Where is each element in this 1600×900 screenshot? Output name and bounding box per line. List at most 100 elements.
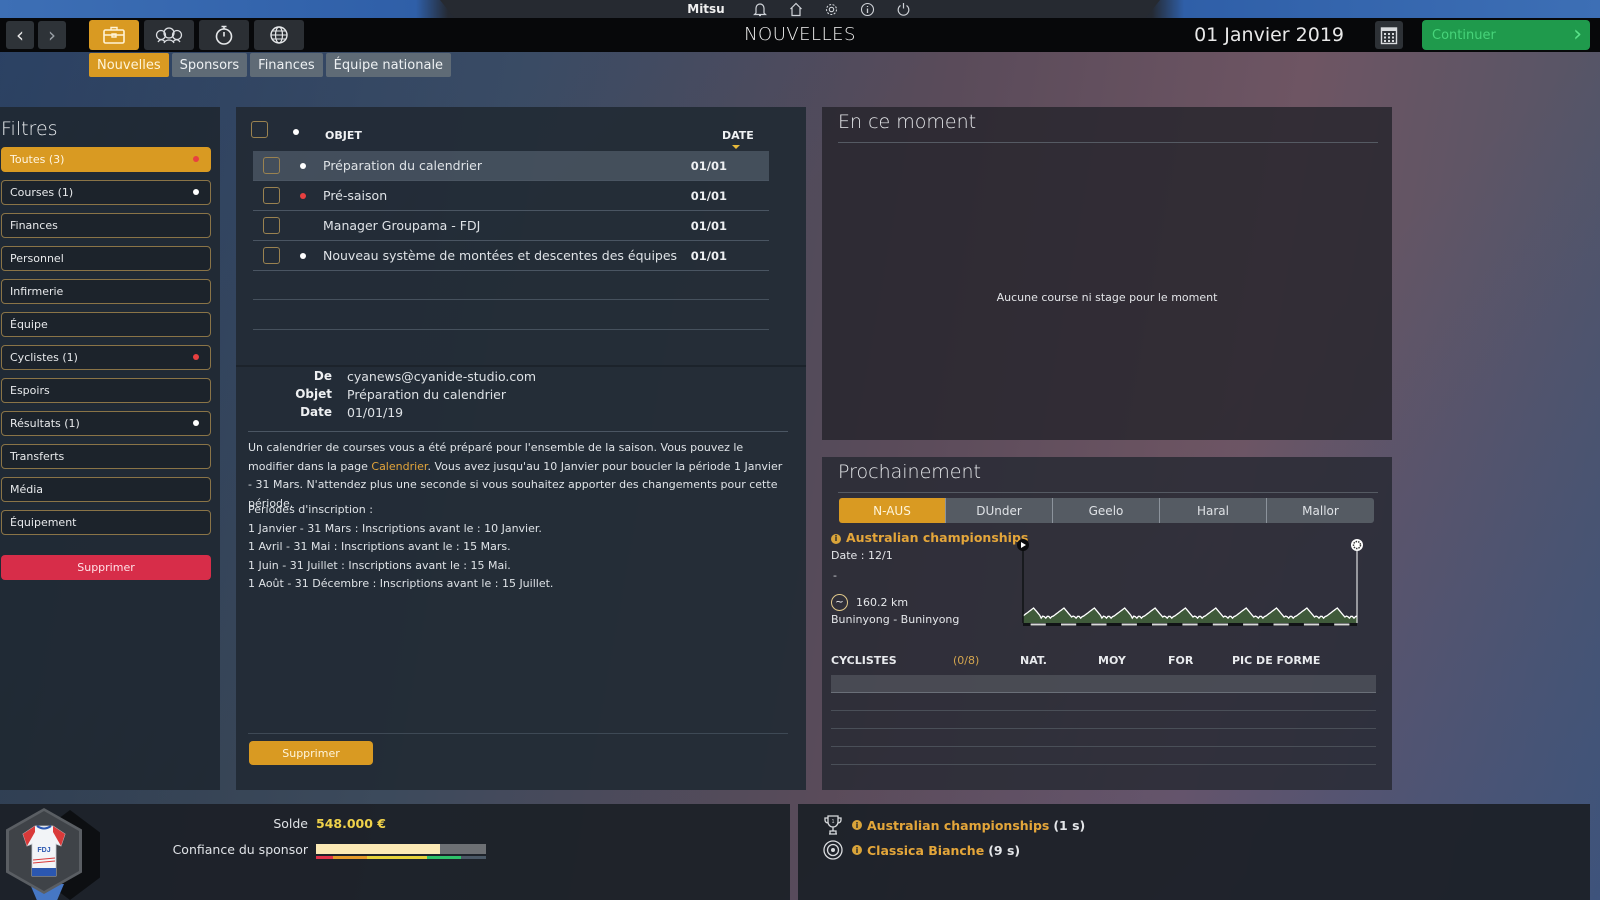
- rider-row[interactable]: [831, 693, 1376, 711]
- power-icon[interactable]: [895, 1, 913, 17]
- team-icon: [155, 27, 183, 44]
- event-name[interactable]: Australian championships: [867, 818, 1049, 833]
- home-icon[interactable]: [787, 1, 805, 17]
- race-tab[interactable]: DUnder: [946, 498, 1053, 523]
- current-date: 01 Janvier 2019: [1194, 24, 1344, 46]
- gear-icon[interactable]: [823, 1, 841, 17]
- filter-item[interactable]: Finances: [1, 213, 211, 238]
- info-icon: i: [852, 845, 862, 855]
- delete-message-button[interactable]: Supprimer: [249, 741, 373, 765]
- info-icon[interactable]: [859, 1, 877, 17]
- filter-item[interactable]: Cyclistes (1): [1, 345, 211, 370]
- news-date: 01/01: [690, 159, 727, 173]
- sponsor-confidence-label: Confiance du sponsor: [172, 842, 308, 857]
- race-tab[interactable]: N-AUS: [839, 498, 946, 523]
- row-checkbox[interactable]: [263, 187, 280, 204]
- race-name-link[interactable]: i Australian championships: [831, 530, 1028, 545]
- filter-item[interactable]: Équipe: [1, 312, 211, 337]
- row-divider: [253, 329, 769, 330]
- back-button[interactable]: ‹: [6, 21, 34, 49]
- forward-button[interactable]: ›: [38, 21, 66, 49]
- subject-label: Objet: [295, 387, 332, 401]
- column-subject[interactable]: OBJET: [325, 129, 362, 142]
- event-item[interactable]: 1 i Australian championships (1 s): [822, 814, 1085, 836]
- filter-item[interactable]: Courses (1): [1, 180, 211, 205]
- from-value: cyanews@cyanide-studio.com: [347, 369, 537, 384]
- lap-marker: [1030, 623, 1046, 626]
- module-team-button[interactable]: [144, 20, 194, 50]
- rider-row[interactable]: [831, 711, 1376, 729]
- delete-filtered-button[interactable]: Supprimer: [1, 555, 211, 580]
- news-subject: Pré-saison: [323, 188, 388, 203]
- calendar-button[interactable]: [1375, 21, 1403, 49]
- filter-label: Espoirs: [10, 384, 50, 397]
- tab-nouvelles[interactable]: Nouvelles: [89, 53, 169, 77]
- rider-row[interactable]: [831, 729, 1376, 747]
- bell-icon[interactable]: [751, 1, 769, 17]
- header-bar: ‹ › NOUVELLES 01 Janvier 2019 Continuer …: [0, 18, 1600, 52]
- balance-value: 548.000 €: [316, 816, 386, 831]
- filter-item[interactable]: Transferts: [1, 444, 211, 469]
- title-underline: [838, 492, 1378, 493]
- filter-label: Équipe: [10, 318, 48, 331]
- select-all-checkbox[interactable]: [251, 121, 268, 138]
- event-item[interactable]: i Classica Bianche (9 s): [822, 839, 1020, 861]
- filter-item[interactable]: Équipement: [1, 510, 211, 535]
- row-checkbox[interactable]: [263, 247, 280, 264]
- riders-count: (0/8): [953, 654, 980, 667]
- news-row[interactable]: Manager Groupama - FDJ 01/01: [253, 211, 769, 241]
- riders-column-nationality[interactable]: NAT.: [1020, 654, 1047, 667]
- lap-marker: [1061, 623, 1077, 626]
- filter-label: Média: [10, 483, 44, 496]
- race-tab[interactable]: Haral: [1160, 498, 1267, 523]
- filter-item[interactable]: Espoirs: [1, 378, 211, 403]
- chevron-right-icon: ›: [48, 23, 56, 47]
- calendar-link[interactable]: Calendrier: [371, 460, 427, 473]
- rider-row[interactable]: [831, 747, 1376, 765]
- period-line: 1 Août - 31 Décembre : Inscriptions avan…: [248, 577, 554, 590]
- race-distance-row: ~ 160.2 km: [831, 594, 908, 611]
- row-divider: [253, 299, 769, 300]
- panel-separator: [236, 365, 806, 367]
- module-world-button[interactable]: [254, 20, 304, 50]
- race-tab[interactable]: Mallor: [1267, 498, 1374, 523]
- filter-item[interactable]: Média: [1, 477, 211, 502]
- confidence-fill: [316, 844, 441, 854]
- module-race-button[interactable]: [199, 20, 249, 50]
- riders-column-form[interactable]: FOR: [1168, 654, 1193, 667]
- riders-column-peak[interactable]: PIC DE FORME: [1232, 654, 1320, 667]
- race-tab[interactable]: Geelo: [1053, 498, 1160, 523]
- user-name[interactable]: Mitsu: [687, 2, 724, 16]
- news-subject: Manager Groupama - FDJ: [323, 218, 481, 233]
- news-row[interactable]: Préparation du calendrier 01/01: [253, 151, 769, 181]
- riders-column-name[interactable]: CYCLISTES: [831, 654, 897, 667]
- row-checkbox[interactable]: [263, 157, 280, 174]
- filter-item[interactable]: Personnel: [1, 246, 211, 271]
- news-row[interactable]: Nouveau système de montées et descentes …: [253, 241, 769, 271]
- filter-item[interactable]: Toutes (3): [1, 147, 211, 172]
- tab-equipe-nationale[interactable]: Équipe nationale: [325, 53, 452, 77]
- rider-row[interactable]: [831, 675, 1376, 693]
- row-checkbox[interactable]: [263, 217, 280, 234]
- trophy-icon: 1: [822, 814, 844, 836]
- scale-segment-mid: [367, 856, 427, 859]
- tab-sponsors[interactable]: Sponsors: [171, 53, 248, 77]
- filter-label: Transferts: [10, 450, 65, 463]
- riders-column-average[interactable]: MOY: [1098, 654, 1126, 667]
- filter-item[interactable]: Infirmerie: [1, 279, 211, 304]
- info-icon: i: [852, 820, 862, 830]
- period-line: 1 Avril - 31 Mai : Inscriptions avant le…: [248, 540, 511, 553]
- race-profile-chart: [1017, 539, 1363, 626]
- filter-label: Courses (1): [10, 186, 74, 199]
- confidence-scale: [316, 856, 486, 859]
- filter-item[interactable]: Résultats (1): [1, 411, 211, 436]
- event-name[interactable]: Classica Bianche: [867, 843, 984, 858]
- news-row[interactable]: Pré-saison 01/01: [253, 181, 769, 211]
- filter-label: Finances: [10, 219, 58, 232]
- module-management-button[interactable]: [89, 20, 139, 50]
- tab-finances[interactable]: Finances: [250, 53, 323, 77]
- column-date[interactable]: DATE: [722, 129, 754, 142]
- sort-descending-icon: [732, 145, 740, 149]
- target-icon: [822, 839, 844, 861]
- continue-button[interactable]: Continuer ›: [1422, 20, 1590, 50]
